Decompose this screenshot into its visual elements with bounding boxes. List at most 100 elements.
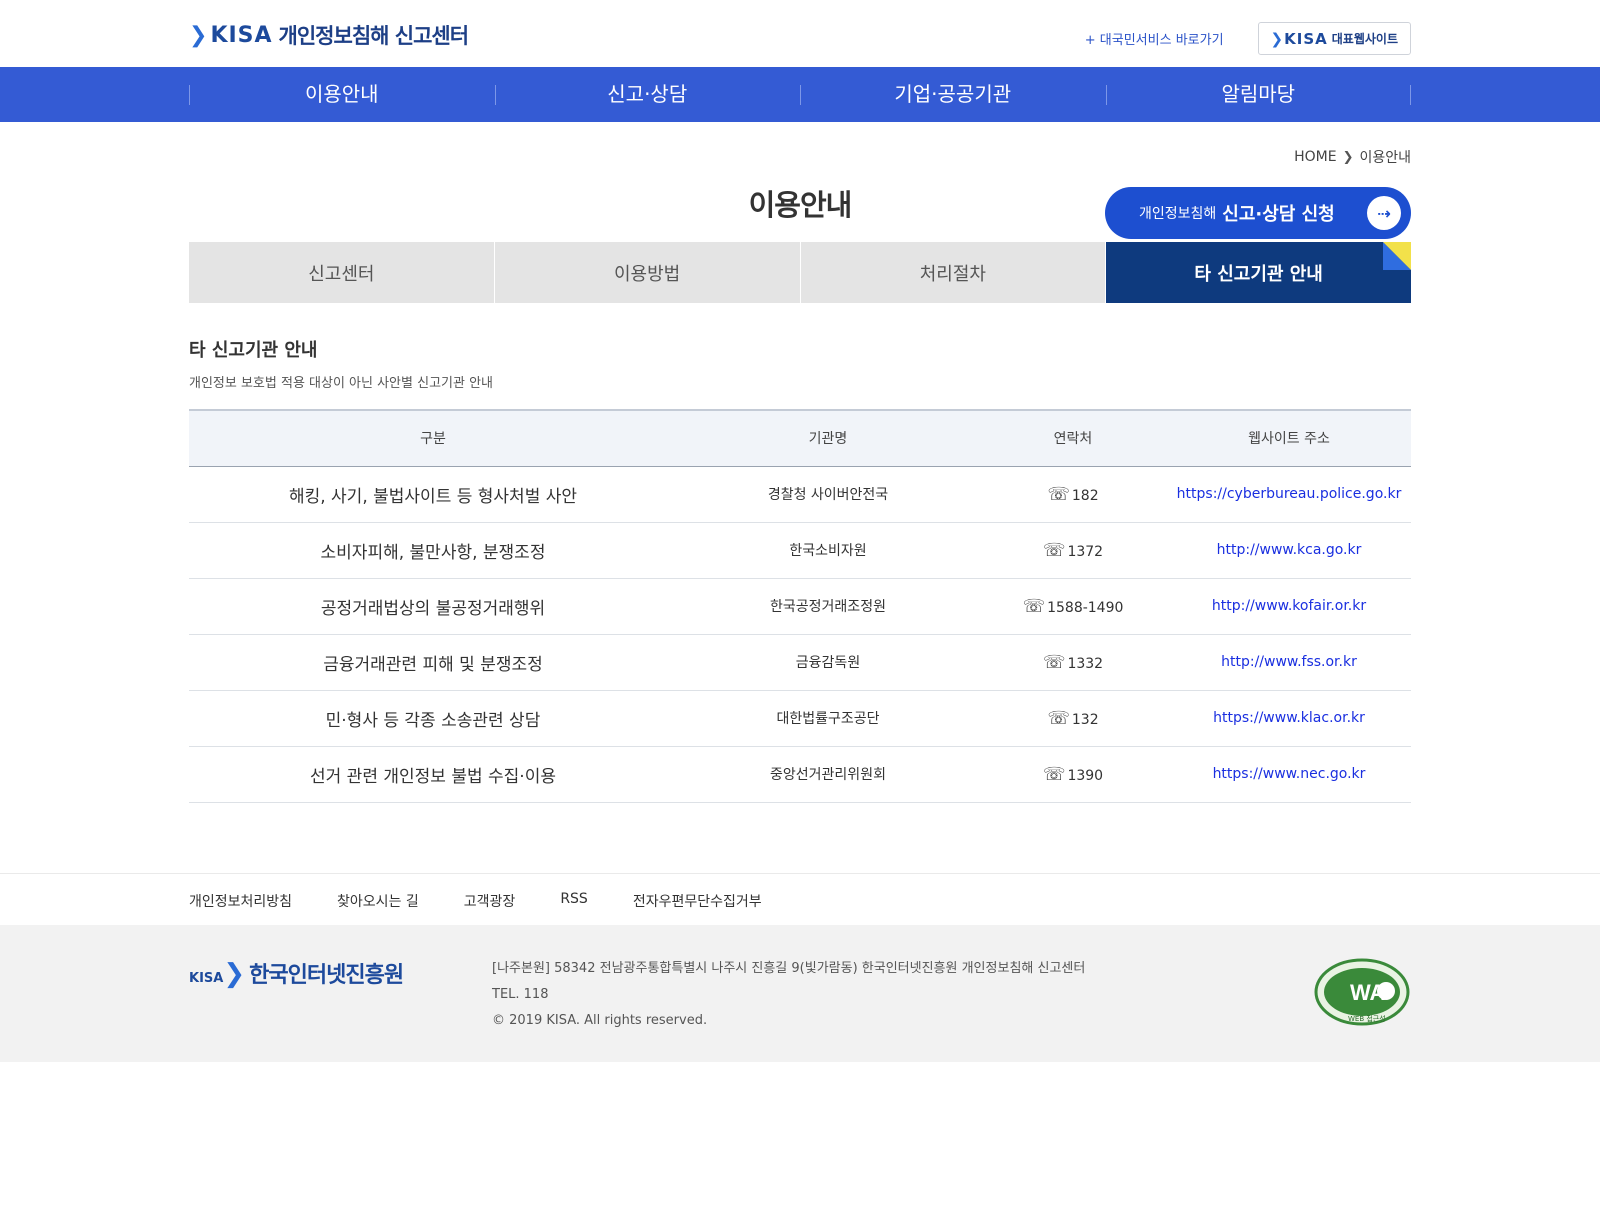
site-header: ❯ KISA 개인정보침해 신고센터 + 대국민서비스 바로가기 ❯KISA 대표… (189, 0, 1411, 67)
footer-address: [나주본원] 58342 전남광주통합특별시 나주시 진흥길 9(빛가람동) 한… (492, 961, 1086, 976)
phone-icon: ☏ (1042, 651, 1066, 673)
tab-usage[interactable]: 이용방법 (494, 242, 801, 303)
row-phone: ☏ 1332 (979, 634, 1167, 691)
footer-link-customer[interactable]: 고객광장 (464, 891, 516, 911)
logo-title: 개인정보침해 신고센터 (278, 24, 470, 48)
website-link[interactable]: https://www.klac.or.kr (1213, 710, 1365, 726)
site-logo[interactable]: ❯ KISA 개인정보침해 신고센터 (189, 20, 470, 50)
footer-links: 개인정보처리방침 찾아오시는 길 고객광장 RSS 전자우편무단수집거부 (0, 873, 1600, 925)
apply-button-small: 개인정보침해 (1139, 206, 1217, 222)
report-apply-button[interactable]: 개인정보침해 신고·상담 신청 ⇢ (1105, 187, 1411, 239)
tab-report-center[interactable]: 신고센터 (189, 242, 495, 303)
phone-icon: ☏ (1042, 539, 1066, 561)
kisa-chevron-icon: ❯ (1270, 29, 1285, 48)
section-title: 타 신고기관 안내 (189, 340, 318, 361)
row-website: http://www.kofair.or.kr (1167, 578, 1411, 635)
phone-number: 1332 (1067, 655, 1104, 672)
row-website: https://www.nec.go.kr (1167, 746, 1411, 803)
main-site-button[interactable]: ❯KISA 대표웹사이트 (1257, 22, 1411, 55)
website-link[interactable]: https://www.nec.go.kr (1213, 766, 1366, 782)
table-row: 선거 관련 개인정보 불법 수집·이용 중앙선거관리위원회 ☏ 1390 http… (189, 746, 1411, 803)
website-link[interactable]: http://www.kofair.or.kr (1212, 598, 1366, 614)
row-website: https://cyberbureau.police.go.kr (1167, 466, 1411, 523)
col-website: 웹사이트 주소 (1248, 431, 1330, 448)
row-website: http://www.kca.go.kr (1167, 522, 1411, 579)
footer-tel: TEL. 118 (492, 987, 549, 1002)
agency-table: 구분 기관명 연락처 웹사이트 주소 해킹, 사기, 불법사이트 등 형사처벌 … (189, 409, 1411, 803)
breadcrumb-home[interactable]: HOME (1294, 149, 1336, 165)
apply-button-big: 신고·상담 신청 (1222, 204, 1335, 225)
footer-link-rss[interactable]: RSS (560, 891, 588, 911)
tab-corner-decoration (1383, 242, 1411, 270)
row-category: 선거 관련 개인정보 불법 수집·이용 (189, 746, 677, 803)
footer-logo-name: 한국인터넷진흥원 (249, 963, 404, 988)
section-description: 개인정보 보호법 적용 대상이 아닌 사안별 신고기관 안내 (189, 376, 494, 391)
tab-label: 이용방법 (614, 263, 681, 285)
content: HOME ❯ 이용안내 이용안내 개인정보침해 신고·상담 신청 ⇢ 신고센터 … (189, 122, 1411, 803)
table-header-row: 구분 기관명 연락처 웹사이트 주소 (189, 410, 1411, 466)
kisa-logo-mark: ❯ KISA (189, 23, 273, 48)
table-row: 해킹, 사기, 불법사이트 등 형사처벌 사안 경찰청 사이버안전국 ☏ 182 … (189, 466, 1411, 523)
logo-mark-text: KISA (210, 22, 273, 48)
gnb-label: 이용안내 (304, 82, 379, 106)
row-org: 한국공정거래조정원 (677, 578, 979, 635)
phone-number: 1390 (1067, 767, 1104, 784)
arrow-circle-icon: ⇢ (1367, 196, 1401, 230)
top-links: + 대국민서비스 바로가기 ❯KISA 대표웹사이트 (1085, 22, 1411, 55)
web-accessibility-badge-icon: WA WEB 접근성 (1314, 958, 1410, 1026)
breadcrumb-current: 이용안내 (1359, 150, 1411, 166)
tab-label: 타 신고기관 안내 (1194, 263, 1323, 285)
col-org: 기관명 (808, 431, 848, 448)
row-phone: ☏ 182 (979, 466, 1167, 523)
main-navigation: 이용안내 신고·상담 기업·공공기관 알림마당 (0, 67, 1600, 122)
badge-caption: WEB 접근성 (1348, 1014, 1386, 1023)
row-org: 금융감독원 (677, 634, 979, 691)
footer-link-email-refusal[interactable]: 전자우편무단수집거부 (633, 891, 762, 911)
footer-link-directions[interactable]: 찾아오시는 길 (337, 891, 419, 911)
sub-tabs: 신고센터 이용방법 처리절차 타 신고기관 안내 (189, 242, 1411, 303)
tab-procedure[interactable]: 처리절차 (800, 242, 1107, 303)
website-link[interactable]: http://www.kca.go.kr (1217, 542, 1362, 558)
phone-number: 1372 (1067, 543, 1104, 560)
row-phone: ☏ 1588-1490 (979, 578, 1167, 635)
gnb-item-guide[interactable]: 이용안내 (189, 67, 495, 122)
site-footer: KISA❯ 한국인터넷진흥원 [나주본원] 58342 전남광주통합특별시 나주… (0, 925, 1600, 1062)
col-phone: 연락처 (1053, 431, 1093, 448)
kisa-chevron-icon: ❯ (223, 959, 246, 989)
row-phone: ☏ 132 (979, 690, 1167, 747)
footer-logo: KISA❯ 한국인터넷진흥원 (189, 957, 404, 989)
tab-other-agencies[interactable]: 타 신고기관 안내 (1106, 242, 1411, 303)
citizen-service-link[interactable]: + 대국민서비스 바로가기 (1085, 29, 1224, 48)
breadcrumb: HOME ❯ 이용안내 (1294, 147, 1411, 167)
table-row: 소비자피해, 불만사항, 분쟁조정 한국소비자원 ☏ 1372 http://ww… (189, 522, 1411, 579)
website-link[interactable]: http://www.fss.or.kr (1221, 654, 1357, 670)
phone-icon: ☏ (1047, 707, 1070, 729)
main-site-label: 대표웹사이트 (1331, 32, 1398, 46)
gnb-item-notice[interactable]: 알림마당 (1105, 67, 1412, 122)
gnb-item-enterprise[interactable]: 기업·공공기관 (800, 67, 1106, 122)
phone-number: 182 (1071, 487, 1099, 504)
row-website: http://www.fss.or.kr (1167, 634, 1411, 691)
footer-link-privacy-policy[interactable]: 개인정보처리방침 (189, 891, 292, 911)
table-row: 공정거래법상의 불공정거래행위 한국공정거래조정원 ☏ 1588-1490 htt… (189, 578, 1411, 635)
phone-number: 1588-1490 (1047, 599, 1124, 616)
phone-number: 132 (1071, 711, 1099, 728)
row-category: 공정거래법상의 불공정거래행위 (189, 578, 677, 635)
row-org: 대한법률구조공단 (677, 690, 979, 747)
row-phone: ☏ 1372 (979, 522, 1167, 579)
row-website: https://www.klac.or.kr (1167, 690, 1411, 747)
footer-info: [나주본원] 58342 전남광주통합특별시 나주시 진흥길 9(빛가람동) 한… (492, 956, 1085, 1034)
row-category: 금융거래관련 피해 및 분쟁조정 (189, 634, 677, 691)
col-category: 구분 (420, 431, 446, 448)
row-org: 한국소비자원 (677, 522, 979, 579)
mini-logo-text: KISA (1284, 29, 1328, 48)
table-row: 금융거래관련 피해 및 분쟁조정 금융감독원 ☏ 1332 http://www.… (189, 634, 1411, 691)
gnb-item-report[interactable]: 신고·상담 (494, 67, 801, 122)
row-category: 소비자피해, 불만사항, 분쟁조정 (189, 522, 677, 579)
website-link[interactable]: https://cyberbureau.police.go.kr (1177, 486, 1402, 502)
phone-icon: ☏ (1042, 763, 1066, 785)
phone-icon: ☏ (1022, 595, 1046, 617)
chevron-right-icon: ❯ (1342, 149, 1354, 165)
kisa-mini-logo: ❯KISA (1271, 30, 1328, 48)
row-phone: ☏ 1390 (979, 746, 1167, 803)
